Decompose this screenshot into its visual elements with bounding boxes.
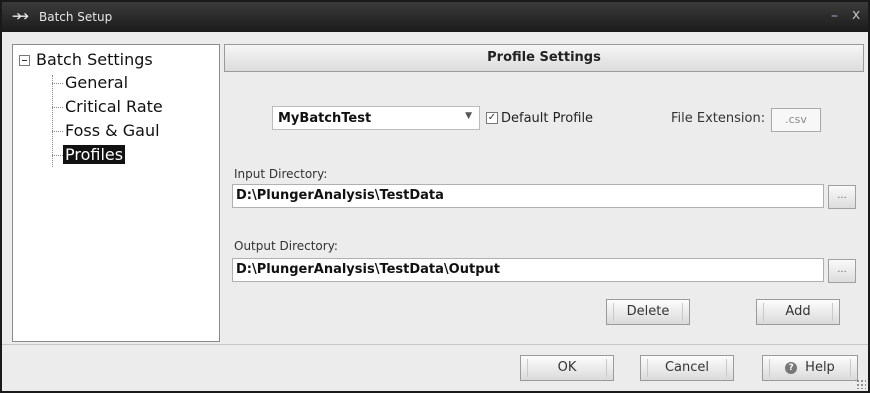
tree-connector: [52, 75, 53, 167]
help-button-label: Help: [805, 360, 835, 375]
tree-item-label: Critical Rate: [65, 97, 163, 116]
output-directory-label: Output Directory:: [234, 239, 338, 253]
collapse-toggle-icon[interactable]: [19, 55, 30, 66]
footer-divider: [2, 344, 868, 345]
file-extension-label: File Extension:: [671, 111, 766, 126]
file-extension-field[interactable]: .csv: [771, 108, 821, 132]
panel-header: Profile Settings: [224, 44, 864, 72]
title-bar[interactable]: ➔➔ Batch Setup – x: [2, 2, 868, 32]
resize-grip-icon[interactable]: [856, 379, 866, 389]
tree-item-label: Foss & Gaul: [65, 121, 160, 140]
close-button[interactable]: x: [852, 7, 860, 23]
input-directory-label: Input Directory:: [234, 167, 328, 181]
tree-item-label: General: [65, 73, 129, 92]
help-icon: ?: [785, 361, 798, 374]
profile-dropdown[interactable]: MyBatchTest ▼: [272, 106, 480, 130]
delete-button[interactable]: Delete: [606, 299, 690, 325]
output-directory-field[interactable]: D:\PlungerAnalysis\TestData\Output: [232, 258, 824, 282]
ok-button[interactable]: OK: [520, 355, 614, 381]
tree-root-batch-settings[interactable]: Batch Settings: [36, 50, 153, 69]
chevron-down-icon: ▼: [465, 111, 472, 121]
input-directory-field[interactable]: D:\PlungerAnalysis\TestData: [232, 184, 824, 208]
default-profile-label[interactable]: Default Profile: [501, 111, 593, 126]
default-profile-checkbox[interactable]: ✓: [486, 112, 498, 124]
add-button[interactable]: Add: [756, 299, 840, 325]
input-directory-browse-button[interactable]: ...: [828, 185, 856, 209]
settings-tree: Batch Settings General Critical Rate Fos…: [12, 44, 220, 342]
cancel-button[interactable]: Cancel: [640, 355, 734, 381]
window-title: Batch Setup: [39, 10, 113, 24]
profile-dropdown-value: MyBatchTest: [278, 111, 372, 126]
batch-setup-window: ➔➔ Batch Setup – x Batch Settings Genera…: [0, 0, 870, 393]
tree-item-label: Profiles: [63, 145, 126, 164]
minimize-button[interactable]: –: [831, 8, 838, 24]
arrows-icon: ➔➔: [12, 9, 29, 23]
help-button[interactable]: ? Help: [762, 355, 858, 381]
output-directory-browse-button[interactable]: ...: [828, 259, 856, 283]
